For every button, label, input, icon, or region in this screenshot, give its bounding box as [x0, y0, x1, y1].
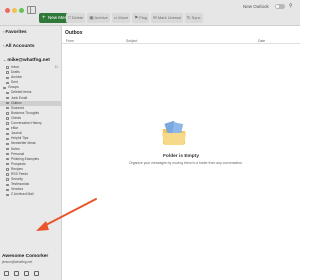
toolbar: □ Delete ▣ Archive ▱ Move ⚑ Flag ✉ Mark Unrea… [66, 13, 203, 23]
bottom-nav [0, 266, 61, 280]
folder-icon [6, 137, 9, 140]
new-outlook-label: New Outlook [243, 4, 269, 9]
move-button[interactable]: ▱ Move [111, 13, 131, 23]
folder-icon [6, 188, 9, 191]
second-account-email: jenson@whatfng.net [2, 260, 33, 264]
trash-folder-icon [6, 91, 9, 95]
sent-icon [6, 81, 9, 84]
archive-button[interactable]: ▣ Archive [87, 13, 110, 23]
folder-icon [6, 178, 9, 181]
folder-icon [6, 142, 9, 146]
folder-icon [6, 132, 9, 135]
sidebar: ›Favorites ›All Accounts ⌄mike@whatfng.n… [0, 26, 62, 280]
flag-button[interactable]: ⚑ Flag [132, 13, 149, 23]
delete-button[interactable]: □ Delete [66, 13, 86, 23]
plus-icon: + [42, 15, 46, 21]
folder-icon [6, 152, 9, 156]
sidebar-all-accounts[interactable]: ›All Accounts [3, 43, 34, 49]
column-date[interactable]: Date [258, 39, 265, 43]
column-from[interactable]: From [66, 39, 74, 43]
empty-subtitle: Organize your messages by moving them to… [129, 161, 243, 165]
archive-folder-icon [6, 76, 9, 79]
sidebar-toggle-icon[interactable] [27, 6, 36, 14]
mail-icon[interactable] [4, 270, 9, 276]
column-subject[interactable]: Subject [126, 39, 137, 43]
folder-icon [6, 158, 9, 161]
empty-title: Folder is Empty [163, 154, 199, 159]
second-account[interactable]: Awesome Comorker jenson@whatfng.net [2, 254, 60, 264]
folder-icon [6, 183, 9, 186]
calendar-icon[interactable] [14, 270, 19, 276]
rss-icon [6, 173, 9, 176]
inbox-icon [6, 66, 9, 69]
message-list-pane: Outbox From Subject Date Folder is Empty… [62, 26, 300, 280]
tasks-icon[interactable] [34, 270, 39, 276]
archive-icon: ▣ [89, 15, 94, 20]
minimize-window-button[interactable] [12, 8, 17, 13]
folder-icon [6, 163, 9, 166]
envelope-icon: ✉ [152, 15, 157, 20]
zoom-window-button[interactable] [19, 8, 24, 13]
move-icon: ▱ [113, 15, 118, 20]
drafts-icon [6, 71, 9, 74]
sync-button[interactable]: ↻ Sync [184, 13, 203, 23]
second-account-name: Awesome Comorker [2, 254, 49, 259]
title-bar: + New Message □ Delete ▣ Archive ▱ Move ⚑ Fl… [0, 0, 300, 26]
close-window-button[interactable] [5, 8, 10, 13]
folder-list: Inbox 11 Drafts Archive Sent Groups Delet… [0, 65, 61, 197]
groups-icon [3, 86, 6, 90]
folder-icon [6, 122, 9, 125]
search-icon[interactable]: ⚲ [289, 3, 293, 9]
flag-icon: ⚑ [134, 15, 139, 20]
folder-icon [6, 107, 9, 110]
sidebar-item-z-archived-mail[interactable]: Z Archived Mail [0, 192, 61, 197]
new-outlook-toggle[interactable] [275, 4, 285, 9]
empty-folder-icon [162, 120, 186, 145]
page-title: Outbox [65, 30, 83, 36]
folder-icon [6, 193, 9, 197]
folder-icon [6, 127, 9, 130]
outbox-icon [6, 102, 9, 105]
chevron-down-icon: ⌄ [3, 57, 7, 62]
sync-icon: ↻ [186, 15, 191, 20]
folder-icon [6, 147, 9, 151]
contacts-icon[interactable] [24, 270, 29, 276]
sidebar-favorites[interactable]: ›Favorites [3, 29, 27, 35]
folder-icon [6, 117, 9, 120]
folder-icon [6, 112, 9, 115]
sidebar-account[interactable]: ⌄mike@whatfng.net [3, 57, 50, 63]
column-header: From Subject Date [62, 37, 300, 44]
junk-icon [6, 96, 9, 100]
folder-icon [6, 168, 9, 171]
trash-icon: □ [68, 15, 71, 20]
mark-unread-button[interactable]: ✉ Mark Unread [150, 13, 183, 23]
